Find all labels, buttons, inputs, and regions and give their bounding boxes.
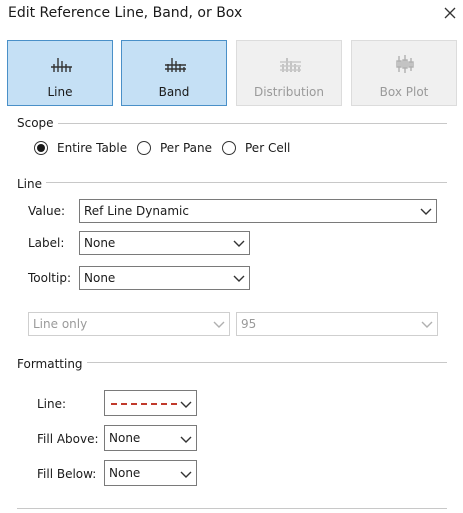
formatting-heading: Formatting (17, 357, 87, 371)
box-plot-icon (396, 55, 414, 73)
band-type-label: Band (158, 85, 190, 99)
percentile-value: 95 (241, 317, 257, 331)
formatting-divider (86, 362, 447, 363)
label-label: Label: (28, 236, 65, 250)
fill-below-label: Fill Below: (37, 467, 97, 481)
per-cell-label[interactable]: Per Cell (245, 141, 290, 155)
line-type-label: Line (47, 85, 73, 99)
format-line-label: Line: (37, 397, 67, 411)
band-type-button[interactable]: Band (121, 40, 227, 106)
label-select[interactable]: None (79, 231, 250, 255)
line-divider (46, 182, 447, 183)
chevron-down-icon (180, 436, 192, 443)
chevron-down-icon (233, 240, 245, 247)
distribution-chart-icon (280, 58, 301, 72)
scope-divider (17, 123, 447, 124)
chevron-down-icon (233, 275, 245, 282)
value-select-value: Ref Line Dynamic (84, 204, 189, 218)
per-pane-radio[interactable] (137, 141, 151, 155)
fill-below-value: None (109, 466, 141, 480)
line-type-button[interactable]: Line (7, 40, 113, 106)
chevron-down-icon (213, 321, 225, 328)
per-cell-radio[interactable] (222, 141, 236, 155)
line-heading: Line (17, 177, 47, 191)
line-mode-select[interactable]: Line only (28, 312, 230, 336)
entire-table-radio[interactable] (34, 141, 48, 155)
line-style-select[interactable] (104, 390, 197, 416)
box-plot-type-button[interactable]: Box Plot (351, 40, 457, 106)
dashed-line-swatch (111, 403, 177, 405)
line-mode-value: Line only (33, 317, 88, 331)
fill-above-label: Fill Above: (37, 432, 99, 446)
tooltip-label: Tooltip: (28, 271, 72, 285)
tooltip-select-value: None (84, 271, 116, 285)
chevron-down-icon (180, 471, 192, 478)
line-chart-icon (51, 58, 72, 72)
distribution-type-button[interactable]: Distribution (236, 40, 342, 106)
fill-above-value: None (109, 431, 141, 445)
chevron-down-icon (421, 321, 433, 328)
per-pane-label[interactable]: Per Pane (160, 141, 212, 155)
scope-heading: Scope (17, 116, 58, 130)
box-plot-type-label: Box Plot (379, 85, 429, 99)
entire-table-label[interactable]: Entire Table (57, 141, 127, 155)
label-select-value: None (84, 236, 116, 250)
bottom-divider (17, 508, 447, 509)
distribution-type-label: Distribution (253, 85, 324, 99)
band-chart-icon (165, 58, 186, 72)
tooltip-select[interactable]: None (79, 266, 250, 290)
close-icon[interactable] (441, 4, 459, 22)
dialog-title: Edit Reference Line, Band, or Box (8, 5, 243, 21)
chevron-down-icon (420, 208, 432, 215)
chevron-down-icon (180, 401, 192, 408)
fill-below-select[interactable]: None (104, 460, 197, 486)
percentile-select[interactable]: 95 (236, 312, 438, 336)
value-select[interactable]: Ref Line Dynamic (79, 199, 437, 223)
fill-above-select[interactable]: None (104, 425, 197, 451)
value-label: Value: (28, 204, 65, 218)
